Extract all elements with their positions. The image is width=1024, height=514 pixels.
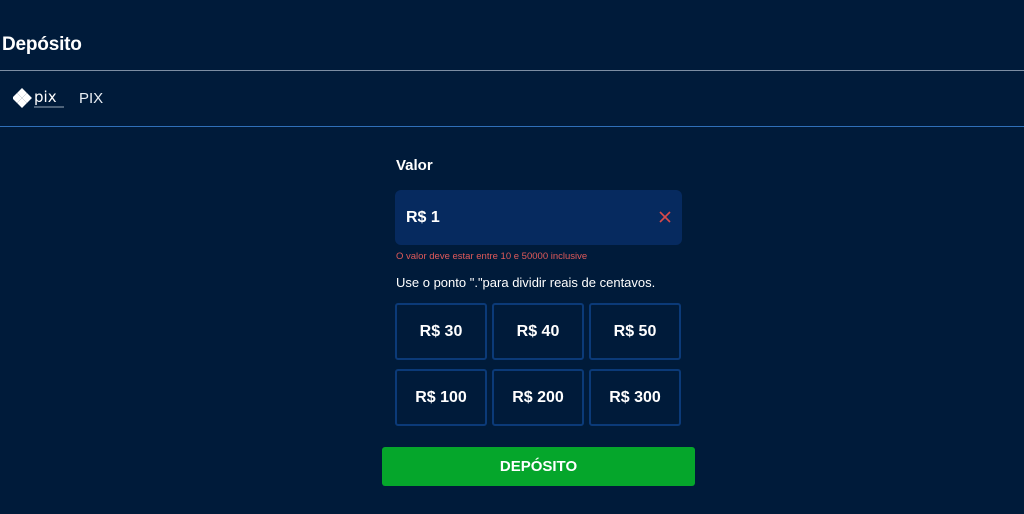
preset-button-50[interactable]: R$ 50 — [589, 303, 681, 360]
preset-amounts: R$ 30 R$ 40 R$ 50 R$ 100 R$ 200 R$ 300 — [395, 303, 682, 426]
preset-button-200[interactable]: R$ 200 — [492, 369, 584, 426]
amount-hint: Use o ponto "."para dividir reais de cen… — [396, 275, 656, 290]
pix-logo-icon: pix — [13, 84, 65, 112]
payment-method-label: PIX — [79, 89, 104, 107]
deposit-button[interactable]: DEPÓSITO — [382, 447, 695, 486]
preset-button-100[interactable]: R$ 100 — [395, 369, 487, 426]
header-divider — [0, 70, 1024, 71]
preset-button-300[interactable]: R$ 300 — [589, 369, 681, 426]
page-title: Depósito — [2, 34, 82, 55]
preset-button-40[interactable]: R$ 40 — [492, 303, 584, 360]
pix-logo-text: pix — [34, 88, 57, 106]
amount-field — [395, 190, 682, 245]
amount-error-message: O valor deve estar entre 10 e 50000 incl… — [396, 251, 588, 262]
close-icon[interactable] — [656, 208, 674, 226]
payment-method-pix[interactable]: pix PIX — [13, 84, 103, 112]
amount-label: Valor — [396, 157, 433, 174]
preset-button-30[interactable]: R$ 30 — [395, 303, 487, 360]
amount-input[interactable] — [406, 190, 646, 245]
method-divider — [0, 126, 1024, 127]
deposit-page: Depósito pix PIX Valor R$ 1 O valor deve… — [0, 0, 1024, 514]
